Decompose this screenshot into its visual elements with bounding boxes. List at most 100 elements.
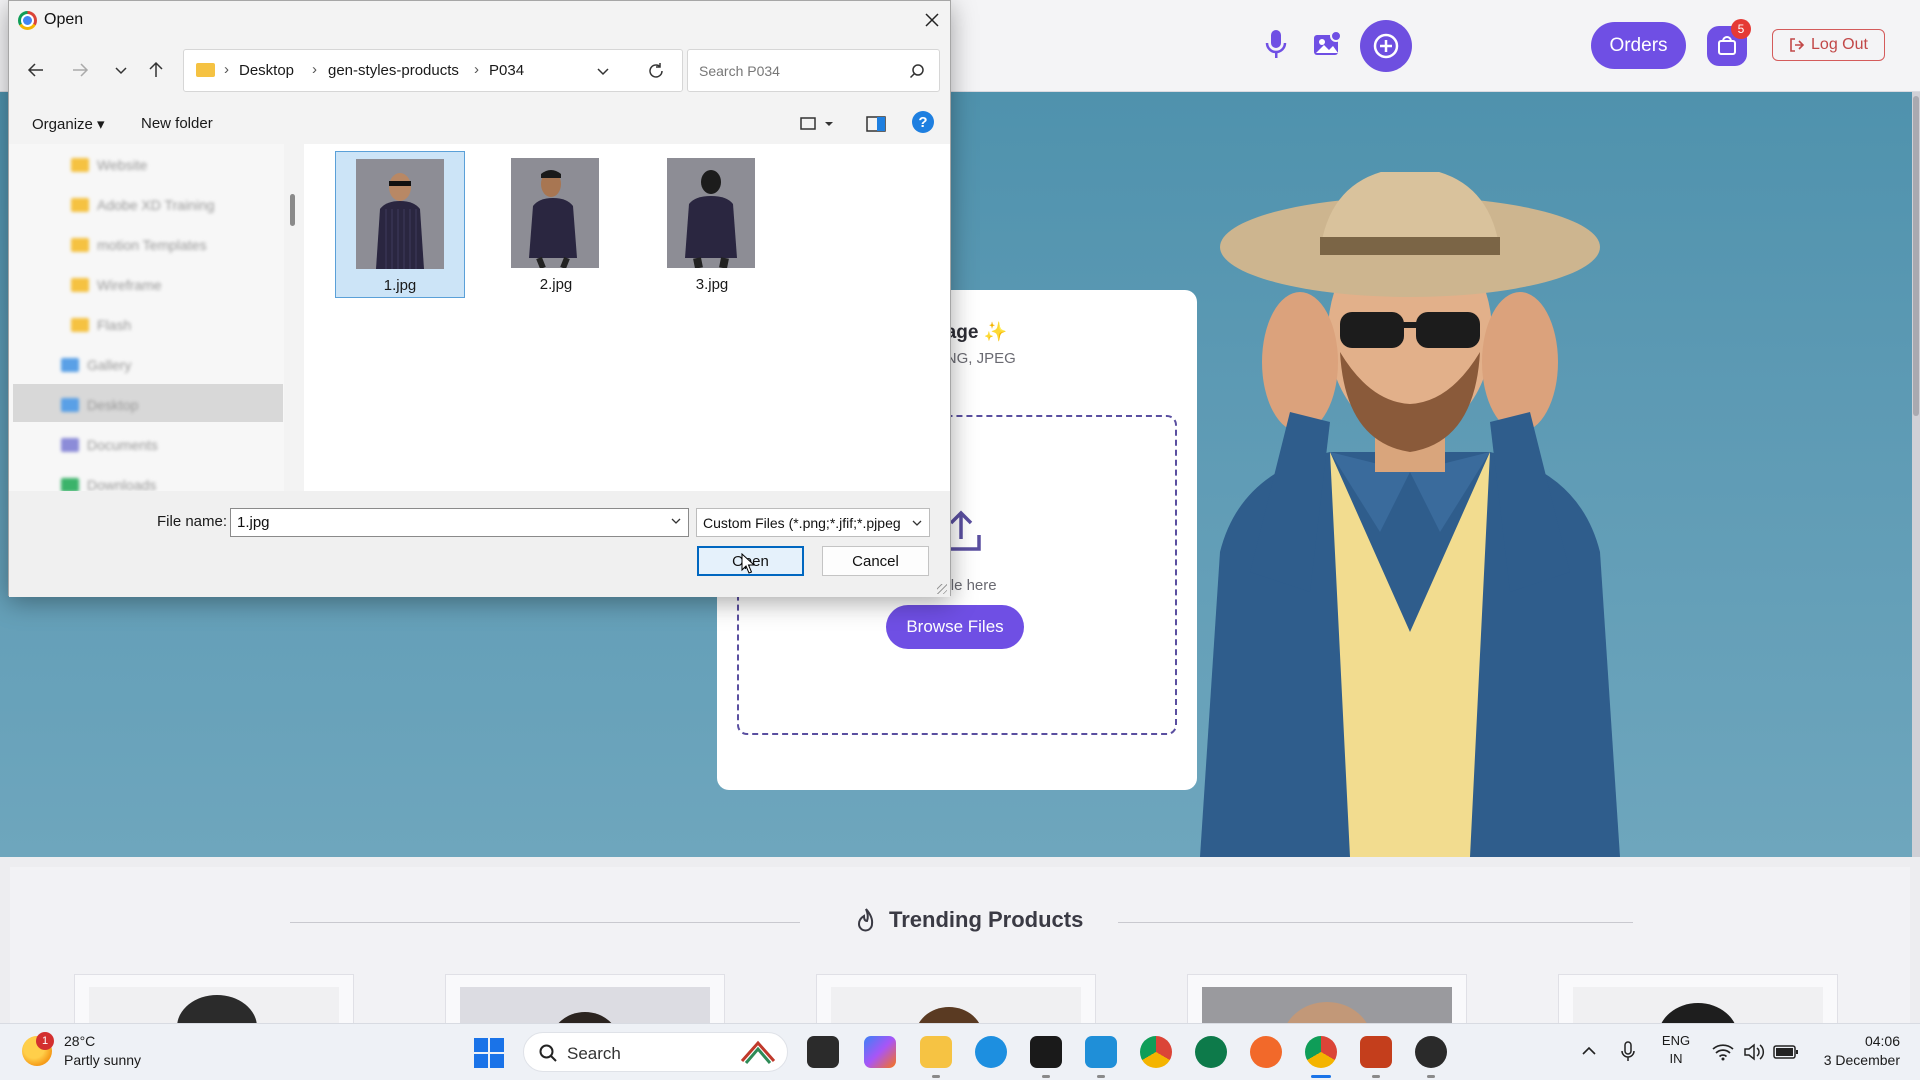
search-icon[interactable] bbox=[909, 63, 925, 79]
file-type-value: Custom Files (*.png;*.jfif;*.pjpeg bbox=[703, 515, 901, 531]
organize-menu[interactable]: Organize ▾ bbox=[32, 115, 105, 133]
copilot-icon[interactable] bbox=[864, 1036, 896, 1068]
search-input[interactable]: Search P034 bbox=[687, 49, 940, 92]
task-view-icon[interactable] bbox=[807, 1036, 839, 1068]
file-thumbnail bbox=[511, 158, 599, 268]
flame-icon bbox=[857, 908, 874, 932]
ai-generate-button[interactable] bbox=[1360, 20, 1412, 72]
microphone-icon[interactable] bbox=[1620, 1041, 1636, 1063]
wifi-icon[interactable] bbox=[1712, 1043, 1734, 1061]
breadcrumb-item[interactable]: P034 bbox=[489, 62, 524, 79]
tree-item[interactable]: Flash bbox=[71, 314, 131, 336]
powerpoint-icon[interactable] bbox=[1360, 1036, 1392, 1068]
view-options-button[interactable] bbox=[799, 115, 835, 138]
file-name-label: 1.jpg bbox=[383, 277, 417, 294]
up-button[interactable] bbox=[143, 57, 169, 83]
app-icon[interactable] bbox=[1415, 1036, 1447, 1068]
taskbar-search[interactable]: Search bbox=[523, 1032, 788, 1072]
file-name-input[interactable]: 1.jpg bbox=[230, 508, 689, 537]
file-explorer-icon[interactable] bbox=[920, 1036, 952, 1068]
search-highlight-icon bbox=[740, 1040, 776, 1064]
trending-section: Trending Products bbox=[0, 857, 1920, 1047]
file-item[interactable]: 1.jpg bbox=[335, 151, 465, 298]
address-dropdown-button[interactable] bbox=[596, 64, 610, 83]
help-icon[interactable]: ? bbox=[912, 111, 934, 133]
chrome-profile-icon[interactable] bbox=[1305, 1036, 1337, 1068]
mongodb-icon[interactable] bbox=[1195, 1036, 1227, 1068]
close-icon bbox=[925, 13, 939, 27]
tree-item[interactable]: Documents bbox=[61, 434, 158, 456]
chrome-icon[interactable] bbox=[1140, 1036, 1172, 1068]
folder-icon bbox=[196, 63, 215, 77]
language-indicator[interactable]: ENG bbox=[1658, 1033, 1694, 1048]
page-scrollbar-thumb[interactable] bbox=[1913, 96, 1919, 416]
file-name-label: 2.jpg bbox=[539, 276, 573, 293]
start-button[interactable] bbox=[474, 1038, 504, 1068]
close-button[interactable] bbox=[919, 7, 945, 33]
back-button[interactable] bbox=[23, 57, 49, 83]
image-search-icon[interactable] bbox=[1309, 26, 1345, 62]
divider bbox=[290, 922, 800, 923]
file-type-select[interactable]: Custom Files (*.png;*.jfif;*.pjpeg bbox=[696, 508, 930, 537]
file-item[interactable]: 2.jpg bbox=[491, 151, 621, 298]
breadcrumb-item[interactable]: gen-styles-products bbox=[328, 62, 459, 79]
volume-icon[interactable] bbox=[1743, 1043, 1765, 1061]
navigation-pane[interactable]: Website Adobe XD Training motion Templat… bbox=[9, 144, 284, 491]
taskbar-search-label: Search bbox=[567, 1044, 621, 1063]
tree-item[interactable]: Adobe XD Training bbox=[71, 194, 215, 216]
search-placeholder: Search P034 bbox=[699, 63, 780, 79]
tree-selected-row[interactable] bbox=[13, 384, 283, 422]
cancel-button[interactable]: Cancel bbox=[822, 546, 929, 576]
preview-pane-icon bbox=[866, 116, 886, 132]
logout-button[interactable]: Log Out bbox=[1772, 29, 1885, 61]
chevron-down-icon[interactable] bbox=[670, 515, 682, 527]
address-bar[interactable]: › Desktop › gen-styles-products › P034 bbox=[183, 49, 683, 92]
file-item[interactable]: 3.jpg bbox=[647, 151, 777, 298]
tree-item[interactable]: Gallery bbox=[61, 354, 131, 376]
search-icon bbox=[539, 1044, 557, 1062]
battery-icon[interactable] bbox=[1773, 1044, 1799, 1060]
clock-date[interactable]: 3 December bbox=[1800, 1052, 1900, 1068]
breadcrumb-item[interactable]: Desktop bbox=[239, 62, 294, 79]
tree-item[interactable]: motion Templates bbox=[71, 234, 206, 256]
recent-locations-button[interactable] bbox=[108, 57, 134, 83]
new-folder-button[interactable]: New folder bbox=[141, 115, 213, 132]
open-file-dialog: Open › Desktop › gen-styles-products › P… bbox=[8, 0, 951, 597]
vscode-icon[interactable] bbox=[1085, 1036, 1117, 1068]
terminal-icon[interactable] bbox=[1030, 1036, 1062, 1068]
region-indicator[interactable]: IN bbox=[1658, 1051, 1694, 1066]
browse-files-button[interactable]: Browse Files bbox=[886, 605, 1024, 649]
breadcrumb-separator: › bbox=[474, 61, 479, 78]
tree-item[interactable]: Downloads bbox=[61, 474, 156, 491]
microphone-icon[interactable] bbox=[1258, 26, 1294, 62]
file-name-value: 1.jpg bbox=[237, 514, 270, 531]
trending-title-text: Trending Products bbox=[889, 907, 1084, 932]
tree-item[interactable]: Desktop bbox=[61, 394, 138, 416]
app-active-indicator bbox=[1311, 1075, 1331, 1078]
file-name-label: 3.jpg bbox=[695, 276, 729, 293]
tree-item[interactable]: Website bbox=[71, 154, 147, 176]
trending-title: Trending Products bbox=[855, 907, 1083, 933]
orders-button[interactable]: Orders bbox=[1591, 22, 1686, 69]
postman-icon[interactable] bbox=[1250, 1036, 1282, 1068]
app-running-indicator bbox=[1427, 1075, 1435, 1078]
chrome-icon bbox=[18, 11, 37, 30]
clock-time[interactable]: 04:06 bbox=[1840, 1033, 1900, 1049]
navigation-bar: › Desktop › gen-styles-products › P034 S… bbox=[9, 47, 950, 92]
app-running-indicator bbox=[1372, 1075, 1380, 1078]
hero-model-image bbox=[1200, 172, 1620, 857]
docker-icon[interactable] bbox=[975, 1036, 1007, 1068]
refresh-button[interactable] bbox=[647, 62, 665, 85]
app-running-indicator bbox=[932, 1075, 940, 1078]
weather-temp[interactable]: 28°C bbox=[64, 1033, 95, 1049]
resize-grip[interactable] bbox=[937, 584, 947, 594]
dialog-titlebar[interactable]: Open bbox=[9, 1, 950, 39]
windows-logo-icon bbox=[474, 1038, 488, 1052]
navigation-pane-scrollbar[interactable] bbox=[290, 194, 295, 226]
weather-description[interactable]: Partly sunny bbox=[64, 1052, 141, 1068]
preview-pane-button[interactable] bbox=[866, 115, 886, 138]
chevron-up-icon[interactable] bbox=[1581, 1044, 1597, 1058]
breadcrumb-separator: › bbox=[312, 61, 317, 78]
forward-button[interactable] bbox=[67, 57, 93, 83]
tree-item[interactable]: Wireframe bbox=[71, 274, 162, 296]
